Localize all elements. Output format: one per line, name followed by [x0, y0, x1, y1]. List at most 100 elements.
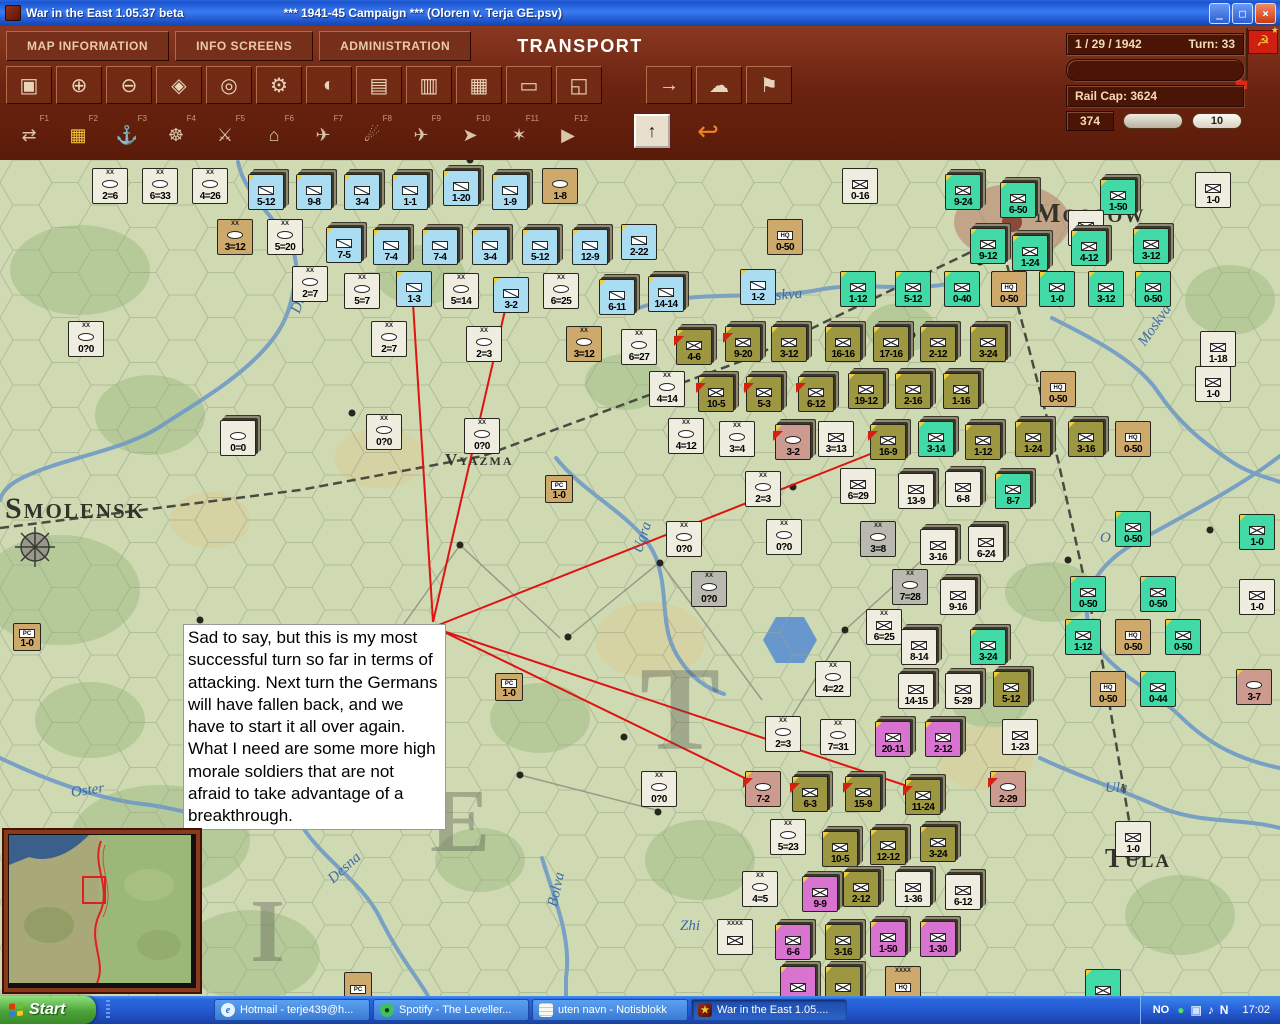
fkey-naval-transport[interactable]: ⚓ F3 [104, 112, 150, 150]
unit-counter[interactable]: 20-11 [875, 721, 911, 757]
unit-counter[interactable]: XX 2=7 [371, 321, 407, 357]
unit-counter[interactable]: 6-12 [796, 376, 834, 412]
unit-counter[interactable]: 3-24 [920, 826, 956, 862]
unit-counter[interactable]: 7-2 [743, 771, 781, 807]
unit-counter[interactable]: 0-50 [1140, 576, 1176, 612]
unit-counter[interactable]: 2-12 [920, 326, 956, 362]
clock[interactable]: 17:02 [1242, 1004, 1270, 1016]
unit-counter[interactable]: 6-8 [945, 471, 981, 507]
unit-counter[interactable]: 0-50 [1165, 619, 1201, 655]
unit-counter[interactable]: 9-12 [970, 228, 1006, 264]
unit-counter[interactable]: 16-16 [825, 326, 861, 362]
up-arrow-button[interactable]: ↑ [634, 114, 670, 148]
unit-counter[interactable]: 1-0 [1195, 366, 1231, 402]
unit-counter[interactable]: 3-16 [825, 924, 861, 960]
unit-counter[interactable]: 1-0 [1115, 821, 1151, 857]
fkey-air-transport[interactable]: ➤ F10 [447, 112, 493, 150]
unit-counter[interactable]: 8-7 [995, 473, 1031, 509]
unit-counter[interactable]: 11-24 [903, 779, 941, 815]
start-button[interactable]: Start [0, 996, 96, 1024]
unit-counter[interactable]: 0-44 [1140, 671, 1176, 707]
unit-counter[interactable]: 8-14 [901, 629, 937, 665]
unit-counter[interactable]: 3-2 [773, 424, 811, 460]
unit-counter[interactable]: 3-7 [1236, 669, 1272, 705]
unit-counter[interactable]: 0-50 [1115, 511, 1151, 547]
move-mode-button[interactable]: → [646, 66, 692, 104]
unit-counter[interactable]: 2-29 [988, 771, 1026, 807]
unit-counter[interactable]: XX 0?0 [366, 414, 402, 450]
unit-counter[interactable]: 1-3 [396, 271, 432, 307]
hud-indicator-pill[interactable] [1123, 113, 1183, 129]
unit-counter[interactable]: HQ 0-50 [1090, 671, 1126, 707]
undo-button[interactable]: ↩ [685, 112, 731, 150]
logistics-button[interactable]: ▥ [406, 66, 452, 104]
unit-counter[interactable]: 1-2 [740, 269, 776, 305]
zoom-in-button[interactable]: ⊕ [56, 66, 102, 104]
unit-counter[interactable]: 3-4 [344, 174, 380, 210]
unit-counter[interactable]: 10-5 [822, 831, 858, 867]
unit-counter[interactable]: XX 0?0 [68, 321, 104, 357]
unit-counter[interactable]: XX 3=8 [860, 521, 896, 557]
unit-counter[interactable]: 10-5 [696, 376, 734, 412]
unit-counter[interactable]: 1-8 [542, 168, 578, 204]
unit-counter[interactable]: XX 0?0 [766, 519, 802, 555]
unit-counter[interactable]: 6-11 [599, 279, 635, 315]
unit-counter[interactable]: 3-24 [970, 326, 1006, 362]
network-tray-icon[interactable]: ▣ [1190, 1003, 1201, 1017]
unit-counter[interactable] [1085, 969, 1121, 996]
unit-counter[interactable]: HQ 0-50 [1115, 619, 1151, 655]
unit-counter[interactable]: 6-12 [945, 874, 981, 910]
unit-counter[interactable]: PC 1-0 [545, 475, 573, 503]
unit-counter[interactable]: 4-6 [674, 329, 712, 365]
messenger-tray-icon[interactable]: N [1220, 1003, 1229, 1017]
unit-counter[interactable]: 0-16 [842, 168, 878, 204]
fkey-bomb-airfield[interactable]: ☄ F8 [349, 112, 395, 150]
unit-counter[interactable]: 3-2 [493, 277, 529, 313]
toggle-counters-button[interactable]: ◐ [306, 66, 352, 104]
unit-counter[interactable]: 6-50 [1000, 182, 1036, 218]
unit-counter[interactable]: 1-12 [965, 424, 1001, 460]
unit-counter[interactable]: 13-9 [898, 473, 934, 509]
task-button-ie[interactable]: e Hotmail - terje439@h... [214, 999, 370, 1021]
task-button-notepad[interactable]: uten navn - Notisblokk [532, 999, 688, 1021]
unit-counter[interactable]: XX 4=22 [815, 661, 851, 697]
unit-counter[interactable]: XX 0?0 [666, 521, 702, 557]
unit-counter[interactable]: 9-16 [940, 579, 976, 615]
unit-counter[interactable]: 3-16 [1068, 421, 1104, 457]
volume-tray-icon[interactable]: ♪ [1208, 1003, 1214, 1017]
unit-counter[interactable]: 3-16 [920, 529, 956, 565]
unit-counter[interactable]: XX 7=31 [820, 719, 856, 755]
unit-counter[interactable]: XX 3=12 [217, 219, 253, 255]
unit-counter[interactable]: XX 5=7 [344, 273, 380, 309]
task-button-wite[interactable]: ★ War in the East 1.05.... [691, 999, 847, 1021]
factory-button[interactable]: ▦ [456, 66, 502, 104]
unit-counter[interactable]: 1-20 [443, 170, 479, 206]
minimap[interactable] [2, 828, 202, 994]
unit-counter[interactable]: 0-40 [944, 271, 980, 307]
unit-counter[interactable]: 5-29 [945, 673, 981, 709]
unit-counter[interactable]: 1-9 [492, 174, 528, 210]
unit-counter[interactable]: XX 4=14 [649, 371, 685, 407]
unit-counter[interactable]: 1-0 [1239, 579, 1275, 615]
unit-counter[interactable]: XX 4=12 [668, 418, 704, 454]
unit-counter[interactable]: 7-4 [373, 229, 409, 265]
unit-counter[interactable]: 5-3 [744, 376, 782, 412]
unit-counter[interactable]: 3-14 [918, 421, 954, 457]
jump-to-hex-button[interactable]: ◎ [206, 66, 252, 104]
select-region-button[interactable]: ▭ [506, 66, 552, 104]
unit-counter[interactable]: 2-22 [621, 224, 657, 260]
unit-counter[interactable]: 1-23 [1002, 719, 1038, 755]
unit-counter[interactable]: 3=13 [818, 421, 854, 457]
fkey-bomb-city[interactable]: ⌂ F6 [251, 112, 297, 150]
unit-counter[interactable] [780, 966, 816, 996]
unit-counter[interactable]: XX 2=3 [745, 471, 781, 507]
unit-counter[interactable]: 1-24 [1015, 421, 1051, 457]
fkey-rail-transport[interactable]: ▦ F2 [55, 112, 101, 150]
unit-counter[interactable]: 3-4 [472, 229, 508, 265]
tab-info-screens[interactable]: INFO SCREENS [175, 31, 314, 61]
tab-map-information[interactable]: MAP INFORMATION [6, 31, 170, 61]
find-hex-button[interactable]: ◱ [556, 66, 602, 104]
unit-counter[interactable]: HQ 0-50 [767, 219, 803, 255]
unit-counter[interactable]: XX 4=5 [742, 871, 778, 907]
unit-counter[interactable]: XX 0?0 [691, 571, 727, 607]
